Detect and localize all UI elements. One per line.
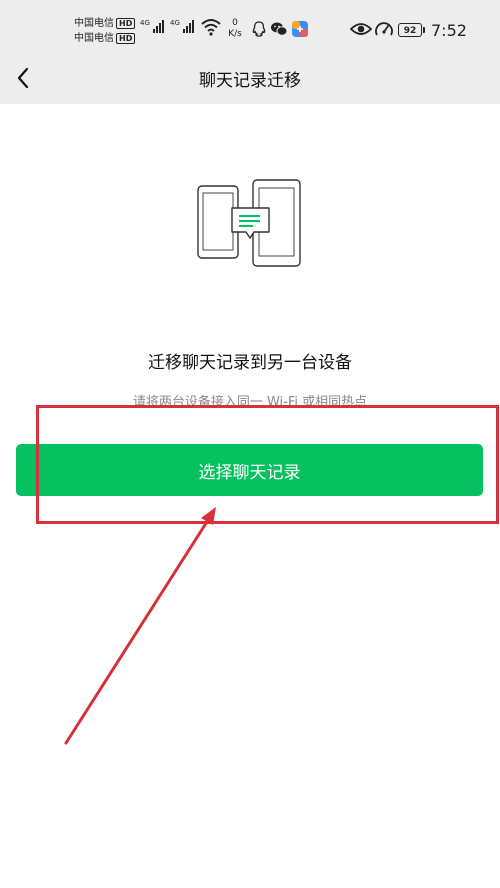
carrier-info: 中国电信 HD 中国电信 HD — [74, 16, 136, 46]
signal-icon: 4G — [140, 20, 164, 33]
speedometer-icon — [375, 22, 393, 36]
speed-value: 0 — [232, 18, 238, 28]
carrier-1-label: 中国电信 — [74, 18, 114, 29]
network-1-label: 4G — [140, 19, 150, 27]
status-clock: 7:52 — [431, 21, 467, 40]
migration-headline: 迁移聊天记录到另一台设备 — [148, 353, 352, 373]
carrier-2-label: 中国电信 — [74, 33, 114, 44]
select-chat-history-button[interactable]: 选择聊天记录 — [16, 444, 483, 496]
network-speed: 0 K/s — [226, 18, 244, 40]
signal-icon: 4G — [170, 20, 194, 33]
top-bar: 中国电信 HD 中国电信 HD 4G 4G 0 K/s 92 7:52 聊天记录… — [0, 0, 500, 104]
wifi-hint: 请将两台设备接入同一 Wi-Fi 或相同热点 — [132, 395, 368, 410]
eye-icon — [350, 23, 372, 35]
hd-badge: HD — [116, 33, 136, 44]
wechat-icon — [271, 22, 288, 36]
network-2-label: 4G — [170, 19, 180, 27]
phone-transfer-icon — [197, 179, 301, 267]
speed-unit: K/s — [228, 29, 242, 39]
app-icon — [292, 21, 308, 37]
hd-badge: HD — [116, 18, 136, 29]
wifi-icon — [201, 19, 221, 36]
battery-icon: 92 — [398, 23, 425, 37]
migration-screen: 中国电信 HD 中国电信 HD 4G 4G 0 K/s 92 7:52 聊天记录… — [0, 0, 500, 888]
qq-icon — [252, 21, 266, 37]
page-title: 聊天记录迁移 — [199, 71, 301, 91]
status-bar: 中国电信 HD 中国电信 HD 4G 4G 0 K/s 92 7:52 — [0, 0, 500, 58]
